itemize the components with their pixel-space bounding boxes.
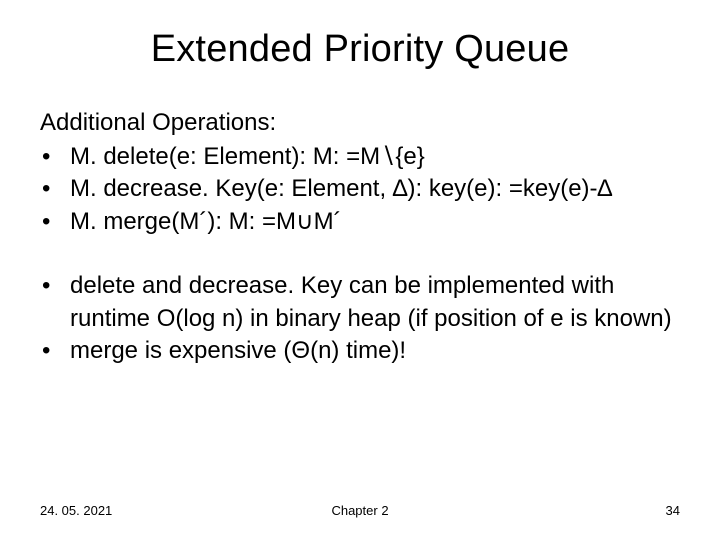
bullet-list-operations: • M. delete(e: Element): M: =M∖{e} • M. … xyxy=(40,141,680,238)
list-item: • M. delete(e: Element): M: =M∖{e} xyxy=(40,141,680,173)
bullet-text: merge is expensive (Θ(n) time)! xyxy=(70,335,680,367)
list-item: • delete and decrease. Key can be implem… xyxy=(40,270,680,335)
bullet-text: M. delete(e: Element): M: =M∖{e} xyxy=(70,141,680,173)
bullet-icon: • xyxy=(42,173,70,205)
section-heading: Additional Operations: xyxy=(40,109,680,137)
list-item: • M. decrease. Key(e: Element, ∆): key(e… xyxy=(40,173,680,205)
bullet-text: M. merge(M´): M: =M∪M´ xyxy=(70,206,680,238)
bullet-text: delete and decrease. Key can be implemen… xyxy=(70,270,680,335)
footer-chapter: Chapter 2 xyxy=(331,503,388,518)
list-item: • merge is expensive (Θ(n) time)! xyxy=(40,335,680,367)
slide-footer: 24. 05. 2021 Chapter 2 34 xyxy=(40,503,680,518)
bullet-icon: • xyxy=(42,335,70,367)
list-item: • M. merge(M´): M: =M∪M´ xyxy=(40,206,680,238)
bullet-icon: • xyxy=(42,141,70,173)
bullet-icon: • xyxy=(42,206,70,238)
bullet-list-notes: • delete and decrease. Key can be implem… xyxy=(40,270,680,367)
footer-date: 24. 05. 2021 xyxy=(40,503,112,518)
bullet-icon: • xyxy=(42,270,70,302)
bullet-text: M. decrease. Key(e: Element, ∆): key(e):… xyxy=(70,173,680,205)
footer-page-number: 34 xyxy=(666,503,680,518)
slide-title: Extended Priority Queue xyxy=(40,28,680,71)
